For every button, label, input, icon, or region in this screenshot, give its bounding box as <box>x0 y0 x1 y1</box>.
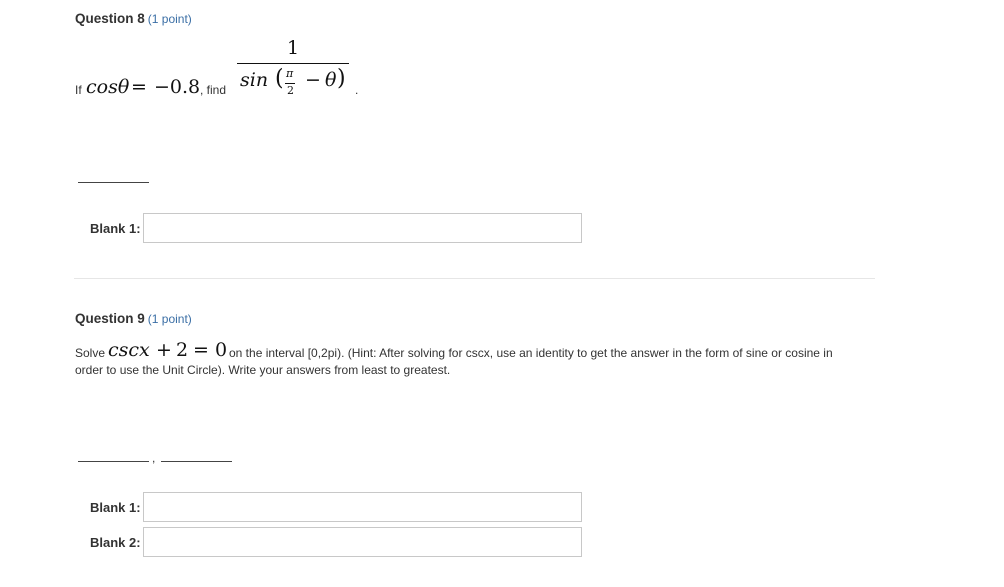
q8-cos-theta: cosθ <box>86 76 130 98</box>
question-8-title: Question 8 <box>75 11 145 26</box>
q8-pi: π <box>286 67 294 80</box>
question-9-title: Question 9 <box>75 311 145 326</box>
question-9-points: (1 point) <box>147 312 192 326</box>
q8-equals: = <box>131 76 147 98</box>
question-divider <box>74 278 875 279</box>
q8-find-text: , find <box>200 83 227 97</box>
q8-fraction-bar <box>237 63 349 64</box>
q8-period: . <box>355 83 359 97</box>
q8-fraction-numerator: 1 <box>287 37 300 59</box>
q9-plus: + <box>156 339 172 361</box>
q9-answer-line-1 <box>78 461 149 462</box>
q9-blank-1-label: Blank 1: <box>90 500 141 515</box>
question-8-header: Question 8 (1 point) <box>75 11 192 26</box>
q9-instructions-line-2: order to use the Unit Circle). Write you… <box>75 363 451 377</box>
q9-blank-2-label: Blank 2: <box>90 535 141 550</box>
q9-instructions-line-1: on the interval [0,2pi). (Hint: After so… <box>229 346 833 360</box>
q8-left-paren: ( <box>275 66 284 91</box>
q8-right-paren: ) <box>337 66 346 91</box>
q8-given-value: −0.8 <box>154 76 201 98</box>
q9-two: 2 <box>176 339 189 361</box>
q8-minus: − <box>305 69 321 91</box>
q8-answer-line <box>78 182 149 183</box>
q9-answer-separator: , <box>152 451 156 465</box>
q8-blank-1-input[interactable] <box>143 213 582 243</box>
q9-csc-x: cscx <box>108 339 150 361</box>
q9-solve-text: Solve <box>75 346 106 360</box>
q8-sin-fn: sin <box>240 69 269 91</box>
question-9-header: Question 9 (1 point) <box>75 311 192 326</box>
q8-two: 2 <box>287 84 294 97</box>
q8-theta: θ <box>325 69 337 91</box>
q9-answer-line-2 <box>161 461 232 462</box>
q9-blank-2-input[interactable] <box>143 527 582 557</box>
q8-if-text: If <box>75 83 82 97</box>
question-8-points: (1 point) <box>147 12 192 26</box>
q8-blank-1-label: Blank 1: <box>90 221 141 236</box>
q9-equals: = <box>193 339 209 361</box>
q9-blank-1-input[interactable] <box>143 492 582 522</box>
q9-zero: 0 <box>215 339 228 361</box>
